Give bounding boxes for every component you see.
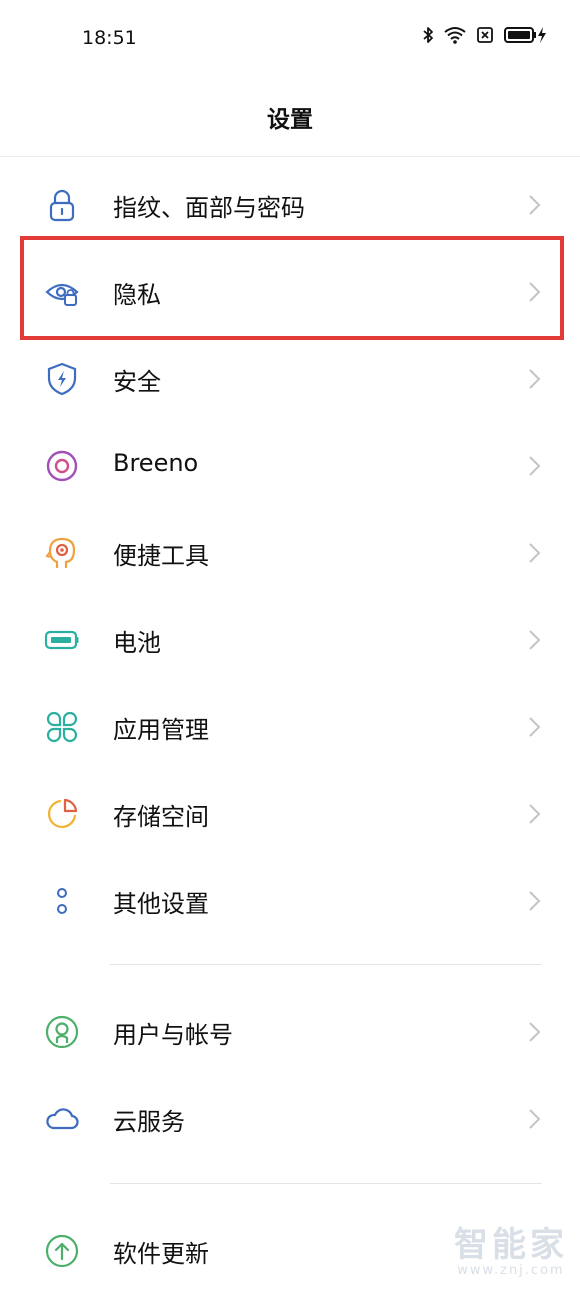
settings-item-battery[interactable]: 电池: [0, 596, 580, 682]
chevron-right-icon: [526, 541, 544, 565]
battery-status-icon: [504, 26, 546, 44]
highlight-box: [20, 236, 564, 340]
arrow-up-circle-icon: [44, 1233, 80, 1269]
chevron-right-icon: [526, 628, 544, 652]
settings-item-label: 软件更新: [113, 1240, 209, 1268]
settings-item-label: 指纹、面部与密码: [113, 194, 305, 222]
section-divider: [110, 964, 542, 965]
battery-icon: [44, 622, 80, 658]
chevron-right-icon: [526, 889, 544, 913]
chevron-right-icon: [526, 1107, 544, 1131]
section-divider: [110, 1183, 542, 1184]
wifi-icon: [444, 26, 466, 44]
settings-item-label: 电池: [113, 629, 161, 657]
settings-item-storage[interactable]: 存储空间: [0, 770, 580, 856]
settings-item-label: Breeno: [113, 449, 199, 477]
four-petal-icon: [44, 709, 80, 745]
settings-item-other[interactable]: 其他设置: [0, 857, 580, 943]
chevron-right-icon: [526, 193, 544, 217]
chevron-right-icon: [526, 367, 544, 391]
settings-item-label: 用户与帐号: [113, 1021, 233, 1049]
chevron-right-icon: [526, 715, 544, 739]
lock-icon: [44, 187, 80, 223]
settings-item-accounts[interactable]: 用户与帐号: [0, 988, 580, 1074]
settings-item-label: 其他设置: [113, 890, 209, 918]
settings-item-cloud[interactable]: 云服务: [0, 1075, 580, 1161]
settings-item-label: 应用管理: [113, 716, 209, 744]
settings-item-security[interactable]: 安全: [0, 335, 580, 421]
watermark-url: www.znj.com: [457, 1263, 565, 1278]
cloud-icon: [44, 1101, 80, 1137]
settings-item-label: 安全: [113, 368, 161, 396]
pie-chart-icon: [44, 796, 80, 832]
shield-bolt-icon: [44, 361, 80, 397]
status-icons: [422, 26, 546, 44]
user-circle-icon: [44, 1014, 80, 1050]
no-sim-icon: [476, 26, 494, 44]
watermark: 智能家 www.znj.com: [454, 1227, 568, 1278]
page-title: 设置: [267, 107, 313, 133]
settings-item-apps[interactable]: 应用管理: [0, 683, 580, 769]
settings-item-breeno[interactable]: Breeno: [0, 422, 580, 508]
bluetooth-icon: [422, 26, 434, 44]
chevron-right-icon: [526, 454, 544, 478]
chevron-right-icon: [526, 802, 544, 826]
title-bar: 设置: [0, 78, 580, 157]
settings-item-label: 云服务: [113, 1108, 185, 1136]
settings-item-label: 存储空间: [113, 803, 209, 831]
chevron-right-icon: [526, 1020, 544, 1044]
two-dots-icon: [44, 883, 80, 919]
settings-item-label: 便捷工具: [113, 542, 209, 570]
breeno-ring-icon: [44, 448, 80, 484]
status-bar: 18:51: [0, 0, 580, 78]
head-target-icon: [44, 535, 80, 571]
settings-item-shortcuts[interactable]: 便捷工具: [0, 509, 580, 595]
status-time: 18:51: [82, 27, 137, 49]
settings-item-fingerprint[interactable]: 指纹、面部与密码: [0, 161, 580, 247]
watermark-brand: 智能家: [454, 1225, 568, 1265]
